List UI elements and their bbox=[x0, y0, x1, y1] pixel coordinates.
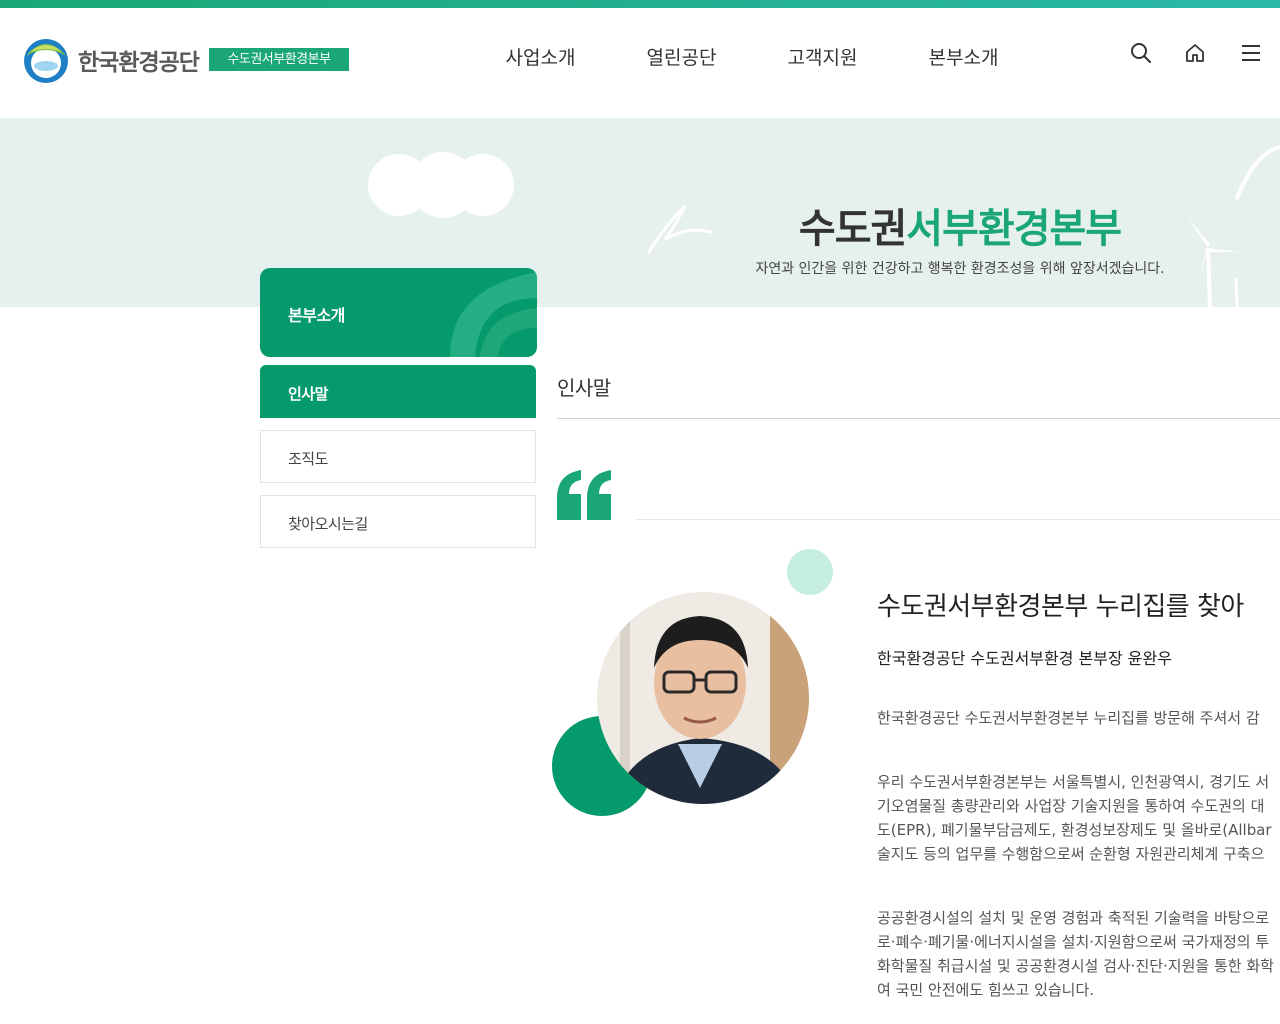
paragraph-line: 술지도 등의 업무를 수행함으로써 순환형 자원관리체계 구축으 bbox=[877, 845, 1265, 863]
sidebar-title-card: 본부소개 bbox=[260, 268, 537, 357]
greeting-body: 수도권서부환경본부 누리집를 찾아 한국환경공단 수도권서부환경 본부장 윤완우… bbox=[877, 586, 1280, 1002]
greeting-paragraph-2: 우리 수도권서부환경본부는 서울특별시, 인천광역시, 경기도 서 기오염물질 … bbox=[877, 770, 1280, 866]
cloud-decoration bbox=[452, 154, 514, 216]
logo-text[interactable]: 한국환경공단 bbox=[78, 43, 200, 77]
page-title: 인사말 bbox=[557, 376, 611, 400]
main-navigation: 사업소개 열린공단 고객지원 본부소개 bbox=[470, 40, 1034, 76]
nav-branch-intro[interactable]: 본부소개 bbox=[893, 40, 1034, 76]
greeting-paragraph-3: 공공환경시설의 설치 및 운영 경험과 축적된 기술력을 바탕으로 로·폐수·폐… bbox=[877, 906, 1280, 1002]
director-portrait bbox=[552, 549, 833, 816]
nav-business[interactable]: 사업소개 bbox=[470, 40, 611, 76]
site-header: 한국환경공단 수도권서부환경본부 사업소개 열린공단 고객지원 본부소개 bbox=[0, 8, 1280, 118]
hero-title-plain: 수도권 bbox=[798, 206, 907, 252]
sidebar-item-label: 인사말 bbox=[288, 385, 328, 403]
paragraph-line: 여 국민 안전에도 힘쓰고 있습니다. bbox=[877, 981, 1095, 999]
director-photo bbox=[550, 548, 840, 818]
paragraph-line: 도(EPR), 폐기물부담금제도, 환경성보장제도 및 올바로(Allbar bbox=[877, 821, 1272, 839]
home-icon[interactable] bbox=[1184, 42, 1206, 64]
sidebar-item-label: 조직도 bbox=[288, 450, 328, 468]
paragraph-line: 로·폐수·폐기물·에너지시설을 설치·지원함으로써 국가재정의 투 bbox=[877, 933, 1270, 951]
sidebar-title: 본부소개 bbox=[288, 306, 345, 325]
menu-icon[interactable] bbox=[1240, 42, 1262, 64]
quote-divider bbox=[635, 519, 1280, 520]
nav-customer-support[interactable]: 고객지원 bbox=[752, 40, 893, 76]
nav-open-agency[interactable]: 열린공단 bbox=[611, 40, 752, 76]
search-icon[interactable] bbox=[1130, 42, 1152, 64]
leaf-curve-decoration bbox=[1235, 145, 1280, 200]
sidebar-item-directions[interactable]: 찾아오시는길 bbox=[260, 495, 536, 548]
greeting-title: 수도권서부환경본부 누리집를 찾아 bbox=[877, 592, 1244, 622]
hero-title-accent: 서부환경본부 bbox=[906, 206, 1122, 252]
hero-subtitle: 자연과 인간을 위한 건강하고 행복한 환경조성을 위해 앞장서겠습니다. bbox=[755, 261, 1165, 277]
hero-title: 수도권서부환경본부 bbox=[640, 196, 1280, 254]
swoosh-decoration bbox=[450, 272, 537, 357]
title-divider bbox=[557, 418, 1280, 419]
greeting-signature: 한국환경공단 수도권서부환경 본부장 윤완우 bbox=[877, 649, 1172, 668]
sidebar-item-organization[interactable]: 조직도 bbox=[260, 430, 536, 483]
top-accent-stripe bbox=[0, 0, 1280, 8]
greeting-paragraph-1: 한국환경공단 수도권서부환경본부 누리집를 방문해 주셔서 감 bbox=[877, 706, 1280, 730]
paragraph-line: 화학물질 취급시설 및 공공환경시설 검사·진단·지원을 통한 화학 bbox=[877, 957, 1274, 975]
quote-icon bbox=[557, 470, 611, 520]
sidebar-item-label: 찾아오시는길 bbox=[288, 515, 368, 533]
sidebar-item-greeting[interactable]: 인사말 bbox=[260, 365, 536, 418]
paragraph-line: 공공환경시설의 설치 및 운영 경험과 축적된 기술력을 바탕으로 bbox=[877, 909, 1270, 927]
hero-banner: 수도권서부환경본부 자연과 인간을 위한 건강하고 행복한 환경조성을 위해 앞… bbox=[0, 118, 1280, 307]
paragraph-line: 한국환경공단 수도권서부환경본부 누리집를 방문해 주셔서 감 bbox=[877, 709, 1260, 727]
k-eco-logo[interactable] bbox=[22, 36, 70, 84]
paragraph-line: 우리 수도권서부환경본부는 서울특별시, 인천광역시, 경기도 서 bbox=[877, 773, 1270, 791]
paragraph-line: 기오염물질 총량관리와 사업장 기술지원을 통하여 수도권의 대 bbox=[877, 797, 1265, 815]
branch-badge[interactable]: 수도권서부환경본부 bbox=[209, 48, 349, 71]
